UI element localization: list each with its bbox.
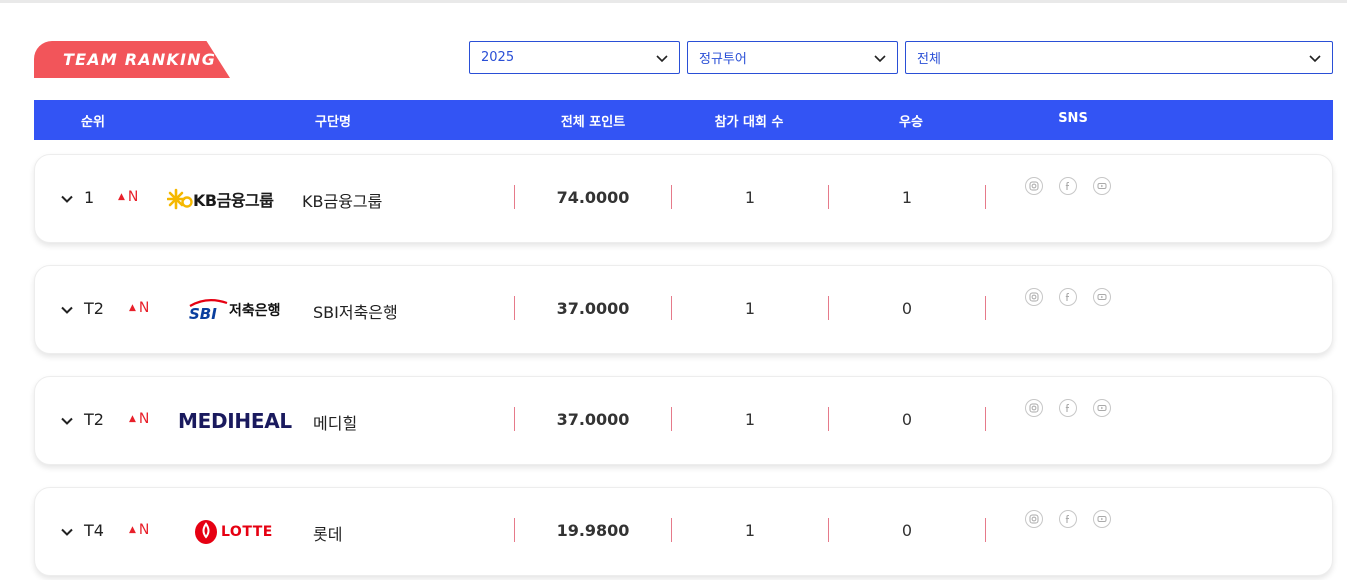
divider	[828, 407, 829, 431]
team-logo-text: MEDIHEAL	[178, 409, 292, 433]
points-value: 19.9800	[556, 521, 630, 540]
facebook-icon[interactable]	[1059, 177, 1077, 195]
team-logo-text: KB금융그룹	[193, 191, 274, 210]
events-value: 1	[744, 299, 756, 318]
chevron-down-icon[interactable]	[60, 192, 74, 206]
header-wins: 우승	[899, 115, 923, 130]
table-row[interactable]: T2 ▲ N MEDIHEAL 메디힐 37.0000 1 0	[34, 376, 1333, 465]
table-row[interactable]: 1 ▲ N KB금융그룹 KB금융그룹 74.0000 1 1	[34, 154, 1333, 243]
rank-movement: ▲ N	[129, 411, 150, 427]
team-name[interactable]: KB금융그룹	[302, 188, 382, 212]
rank-movement: ▲ N	[129, 522, 150, 538]
youtube-icon[interactable]	[1093, 288, 1111, 306]
table-row[interactable]: T2 ▲ N SBI 저축은행 SBI저축은행 37.0000 1 0	[34, 265, 1333, 354]
divider	[671, 407, 672, 431]
youtube-icon[interactable]	[1093, 510, 1111, 528]
wins-value: 0	[901, 521, 913, 540]
lotte-logo-icon	[195, 520, 217, 544]
header-team: 구단명	[315, 115, 351, 130]
team-logo: SBI 저축은행	[187, 286, 281, 334]
rank-value: T4	[84, 521, 104, 540]
divider	[671, 296, 672, 320]
divider	[985, 407, 986, 431]
youtube-icon[interactable]	[1093, 399, 1111, 417]
tour-select[interactable]: 정규투어	[687, 41, 898, 74]
year-select-value: 2025	[481, 50, 515, 65]
events-value: 1	[744, 188, 756, 207]
facebook-icon[interactable]	[1059, 510, 1077, 528]
category-select-value: 전체	[917, 52, 941, 67]
team-logo-text: 저축은행	[229, 303, 281, 319]
chevron-down-icon	[874, 54, 886, 62]
team-name[interactable]: 롯데	[313, 521, 342, 545]
wins-value: 0	[901, 410, 913, 429]
header-sns: SNS	[1058, 111, 1088, 126]
divider	[985, 296, 986, 320]
points-value: 37.0000	[556, 299, 630, 318]
header-points: 전체 포인트	[560, 115, 626, 130]
team-logo: KB금융그룹	[167, 175, 274, 223]
divider	[985, 518, 986, 542]
facebook-icon[interactable]	[1059, 288, 1077, 306]
points-value: 74.0000	[556, 188, 630, 207]
rank-value: T2	[84, 299, 104, 318]
events-value: 1	[744, 521, 756, 540]
divider	[828, 185, 829, 209]
divider	[514, 296, 515, 320]
chevron-down-icon[interactable]	[60, 525, 74, 539]
wins-value: 0	[901, 299, 913, 318]
divider	[828, 518, 829, 542]
events-value: 1	[744, 410, 756, 429]
section-title-badge: TEAM RANKING	[34, 41, 230, 78]
divider	[828, 296, 829, 320]
wins-value: 1	[901, 188, 913, 207]
instagram-icon[interactable]	[1025, 288, 1043, 306]
section-title: TEAM RANKING	[63, 50, 217, 69]
chevron-down-icon	[1309, 54, 1321, 62]
team-name[interactable]: 메디힐	[313, 410, 357, 434]
svg-text:SBI: SBI	[189, 305, 217, 323]
top-border	[0, 0, 1347, 3]
sbi-logo-icon: SBI	[189, 299, 228, 323]
rank-movement: ▲ N	[118, 189, 139, 205]
divider	[985, 185, 986, 209]
team-logo-text: LOTTE	[221, 524, 273, 540]
rank-value: T2	[84, 410, 104, 429]
instagram-icon[interactable]	[1025, 177, 1043, 195]
team-logo: MEDIHEAL	[178, 397, 292, 445]
facebook-icon[interactable]	[1059, 399, 1077, 417]
rank-value: 1	[84, 188, 95, 207]
kb-star-icon	[167, 188, 193, 210]
divider	[514, 518, 515, 542]
divider	[671, 185, 672, 209]
chevron-down-icon[interactable]	[60, 303, 74, 317]
triangle-up-icon: ▲	[129, 525, 136, 535]
header-events: 참가 대회 수	[714, 115, 784, 130]
youtube-icon[interactable]	[1093, 177, 1111, 195]
category-select[interactable]: 전체	[905, 41, 1333, 74]
triangle-up-icon: ▲	[129, 414, 136, 424]
tour-select-value: 정규투어	[699, 52, 747, 67]
divider	[514, 407, 515, 431]
chevron-down-icon	[656, 54, 668, 62]
triangle-up-icon: ▲	[129, 303, 136, 313]
team-logo: LOTTE	[194, 508, 273, 556]
instagram-icon[interactable]	[1025, 399, 1043, 417]
rank-movement: ▲ N	[129, 300, 150, 316]
points-value: 37.0000	[556, 410, 630, 429]
year-select[interactable]: 2025	[469, 41, 680, 74]
table-row[interactable]: T4 ▲ N LOTTE 롯데 19.9800 1 0	[34, 487, 1333, 576]
instagram-icon[interactable]	[1025, 510, 1043, 528]
table-header: 순위 구단명 전체 포인트 참가 대회 수 우승 SNS	[34, 100, 1333, 140]
triangle-up-icon: ▲	[118, 192, 125, 202]
divider	[514, 185, 515, 209]
divider	[671, 518, 672, 542]
chevron-down-icon[interactable]	[60, 414, 74, 428]
team-name[interactable]: SBI저축은행	[313, 299, 398, 323]
header-rank: 순위	[81, 115, 105, 130]
